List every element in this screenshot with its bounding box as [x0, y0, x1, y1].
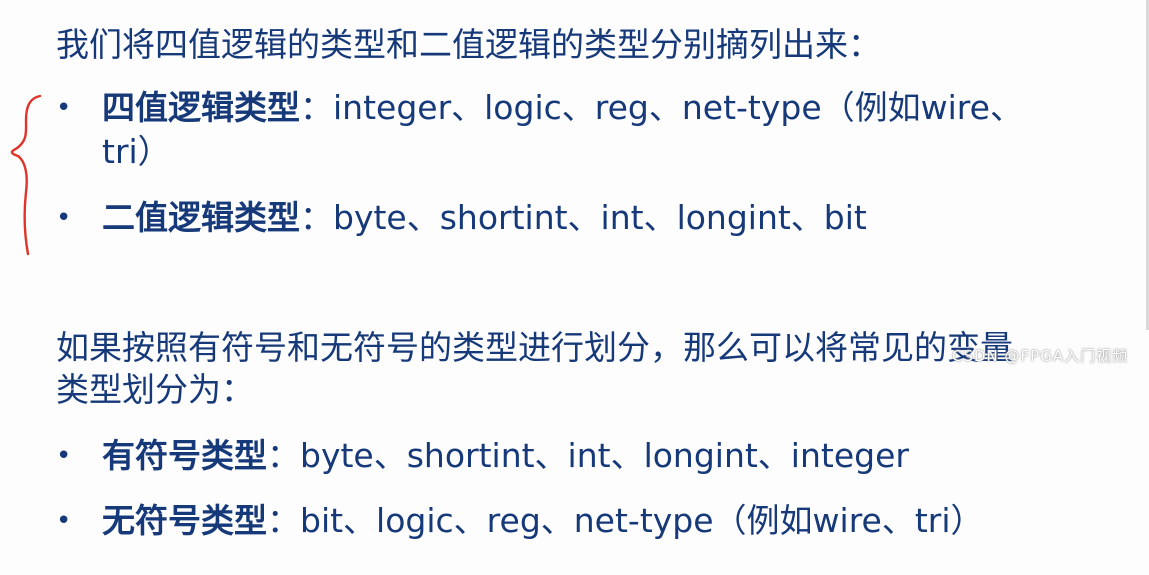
- four-value-list: integer、logic、reg、net-type（例如wire、: [333, 88, 1023, 127]
- bullet-icon: [56, 195, 102, 244]
- slide: 我们将四值逻辑的类型和二值逻辑的类型分别摘列出来： 四值逻辑类型：integer…: [0, 0, 1149, 575]
- separator: ：: [300, 88, 333, 127]
- four-value-list-continued: tri）: [102, 132, 171, 171]
- list-item-unsigned: 无符号类型：bit、logic、reg、net-type（例如wire、tri）: [56, 498, 984, 547]
- paragraph-2-line-1: 如果按照有符号和无符号的类型进行划分，那么可以将常见的变量: [56, 328, 1013, 367]
- list-item-signed: 有符号类型：byte、shortint、int、longint、integer: [56, 433, 909, 482]
- unsigned-list: bit、logic、reg、net-type（例如wire、tri）: [300, 501, 984, 540]
- list-item-four-value: 四值逻辑类型：integer、logic、reg、net-type（例如wire…: [56, 85, 1023, 134]
- intro-text: 我们将四值逻辑的类型和二值逻辑的类型分别摘列出来：: [56, 25, 881, 64]
- paragraph-2-line-2: 类型划分为：: [56, 370, 254, 409]
- term-two-value: 二值逻辑类型: [102, 198, 300, 237]
- watermark: CSDN @FPGA入门视频: [952, 347, 1129, 365]
- handwritten-brace-annotation: [10, 94, 42, 256]
- signed-list: byte、shortint、int、longint、integer: [300, 436, 909, 475]
- bullet-icon: [56, 433, 102, 482]
- separator: ：: [300, 198, 333, 237]
- bullet-icon: [56, 85, 102, 134]
- separator: ：: [267, 501, 300, 540]
- term-unsigned: 无符号类型: [102, 501, 267, 540]
- list-item-two-value: 二值逻辑类型：byte、shortint、int、longint、bit: [56, 195, 867, 244]
- bullet-icon: [56, 498, 102, 547]
- term-four-value: 四值逻辑类型: [102, 88, 300, 127]
- two-value-list: byte、shortint、int、longint、bit: [333, 198, 867, 237]
- separator: ：: [267, 436, 300, 475]
- term-signed: 有符号类型: [102, 436, 267, 475]
